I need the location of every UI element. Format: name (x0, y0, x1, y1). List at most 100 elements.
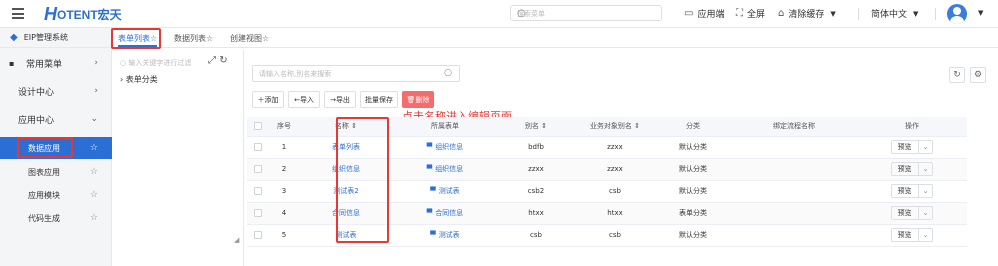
chevron-down-icon[interactable]: ⌄ (919, 209, 933, 217)
plus-icon: ＋ (257, 95, 265, 104)
form-icon: ▀ (430, 231, 436, 239)
system-header: ◆ EIP管理系统 (0, 28, 111, 48)
form-icon: ▀ (430, 187, 436, 195)
form-link[interactable]: 组织信息 (435, 143, 463, 151)
menu-search-input[interactable]: 搜索菜单 ○ (510, 5, 662, 21)
sidebar-menu-app-center[interactable]: 应用中心 ⌄ (0, 104, 112, 134)
add-button[interactable]: ＋添加 (252, 91, 284, 108)
sidebar-menu-label: 常用菜单 (26, 59, 63, 70)
star-icon[interactable]: ☆ (90, 143, 98, 153)
star-icon: ☆ (262, 34, 270, 43)
batch-save-button[interactable]: 批量保存 (360, 91, 398, 108)
language-select[interactable]: 简体中文 ▼ (871, 7, 918, 21)
form-link[interactable]: 测试表 (439, 187, 460, 195)
app-end-button[interactable]: ▭ 应用端 (684, 7, 724, 20)
sidebar-item-chart-app[interactable]: 图表应用 ☆ (0, 161, 112, 183)
tree-node-label: 表单分类 (125, 75, 158, 84)
form-link[interactable]: 组织信息 (435, 165, 463, 173)
row-checkbox[interactable] (254, 231, 262, 239)
star-icon[interactable]: ☆ (90, 167, 98, 177)
star-icon[interactable]: ☆ (90, 190, 98, 200)
search-icon[interactable]: ○ (444, 68, 452, 78)
preview-split-button[interactable]: 预览 ⌄ (890, 206, 934, 220)
tab-create-view[interactable]: 创建视图☆ (230, 33, 269, 44)
clear-cache-button[interactable]: ⌂ 清除缓存 ▼ (778, 7, 836, 20)
tree-node-form-category[interactable]: › 表单分类 (120, 74, 158, 85)
preview-split-button[interactable]: 预览 ⌄ (890, 228, 934, 242)
row-checkbox[interactable] (254, 209, 262, 217)
row-bo-alias: csb (575, 224, 655, 247)
fullscreen-button[interactable]: ⛶ 全屏 (736, 7, 765, 20)
form-link[interactable]: 测试表 (439, 231, 460, 239)
row-flow (731, 158, 857, 181)
category-tree: ○ 输入关键字进行过滤 ⤢ ↻ › 表单分类 ◢ (112, 50, 244, 266)
preview-button[interactable]: 预览 (892, 229, 919, 241)
grid-icon: ▪ (9, 58, 15, 68)
avatar[interactable] (947, 4, 967, 24)
preview-split-button[interactable]: 预览 ⌄ (890, 162, 934, 176)
export-label: 导出 (335, 95, 350, 104)
select-all-checkbox[interactable] (254, 122, 262, 131)
settings-button[interactable]: ⚙ (970, 67, 986, 83)
row-index: 4 (269, 202, 299, 225)
row-flow (731, 136, 857, 159)
avatar-caret-icon[interactable]: ▼ (978, 9, 983, 17)
row-category: 默认分类 (655, 224, 731, 247)
chevron-down-icon[interactable]: ⌄ (919, 143, 933, 151)
preview-button[interactable]: 预览 (892, 163, 919, 175)
row-bo-alias: zzxx (575, 158, 655, 181)
hamburger-menu-icon[interactable] (12, 8, 24, 19)
chevron-right-icon: › (94, 58, 98, 68)
tab-data-list[interactable]: 数据列表☆ (174, 33, 213, 44)
chevron-down-icon[interactable]: ⌄ (919, 187, 933, 195)
preview-button[interactable]: 预览 (892, 141, 919, 153)
search-icon[interactable]: ○ (517, 8, 656, 19)
expand-icon[interactable]: ⤢ (208, 55, 216, 66)
logo-mark: H (44, 3, 57, 24)
preview-split-button[interactable]: 预览 ⌄ (890, 184, 934, 198)
preview-split-button[interactable]: 预览 ⌄ (890, 140, 934, 154)
sort-icon[interactable]: ⇕ (634, 122, 640, 130)
chevron-right-icon: › (94, 86, 98, 96)
sidebar-menu-design-center[interactable]: 设计中心 › (0, 76, 112, 106)
form-link[interactable]: 合同信息 (435, 209, 463, 217)
tree-actions: ⤢ ↻ (208, 55, 228, 66)
divider (935, 8, 936, 20)
add-label: 添加 (264, 95, 279, 104)
preview-button[interactable]: 预览 (892, 185, 919, 197)
chevron-down-icon[interactable]: ⌄ (919, 165, 933, 173)
sort-icon[interactable]: ⇕ (541, 122, 547, 130)
chevron-down-icon[interactable]: ⌄ (919, 231, 933, 239)
row-form-cell: ▀ 组织信息 (393, 158, 497, 181)
export-button[interactable]: → 导出 (324, 91, 356, 108)
row-form-cell: ▀ 组织信息 (393, 136, 497, 159)
header-alias[interactable]: 别名 ⇕ (497, 117, 575, 137)
row-checkbox[interactable] (254, 143, 262, 151)
chevron-down-icon: ⌄ (90, 114, 98, 124)
refresh-icon[interactable]: ↻ (219, 55, 227, 66)
delete-label: 删除 (415, 95, 430, 104)
row-checkbox[interactable] (254, 165, 262, 173)
row-bo-alias: csb (575, 180, 655, 203)
highlight-box (17, 137, 73, 158)
row-index: 1 (269, 136, 299, 159)
tree-filter-input[interactable]: ○ 输入关键字进行过滤 (120, 58, 191, 68)
form-icon: ▀ (426, 209, 433, 217)
row-form-cell: ▀ 测试表 (393, 180, 497, 203)
highlight-box (336, 117, 389, 243)
delete-button[interactable]: 🗑 删除 (402, 91, 434, 108)
refresh-button[interactable]: ↻ (949, 67, 965, 83)
import-button[interactable]: ← 导入 (288, 91, 320, 108)
sidebar-menu-common[interactable]: ▪ 常用菜单 › (0, 48, 112, 78)
resize-handle-icon[interactable]: ◢ (234, 236, 242, 244)
tab-bar: 表单列表☆ 数据列表☆ 创建视图☆ (112, 28, 998, 48)
star-icon[interactable]: ☆ (90, 213, 98, 223)
sidebar-item-app-module[interactable]: 应用模块 ☆ (0, 184, 112, 206)
header-bo-alias[interactable]: 业务对象别名 ⇕ (575, 117, 655, 137)
row-flow (731, 180, 857, 203)
preview-button[interactable]: 预览 (892, 207, 919, 219)
row-checkbox[interactable] (254, 187, 262, 195)
row-index: 5 (269, 224, 299, 247)
sidebar-item-code-gen[interactable]: 代码生成 ☆ (0, 207, 112, 229)
list-search-input[interactable]: 请输入名称,別名来搜索 ○ (252, 65, 460, 82)
